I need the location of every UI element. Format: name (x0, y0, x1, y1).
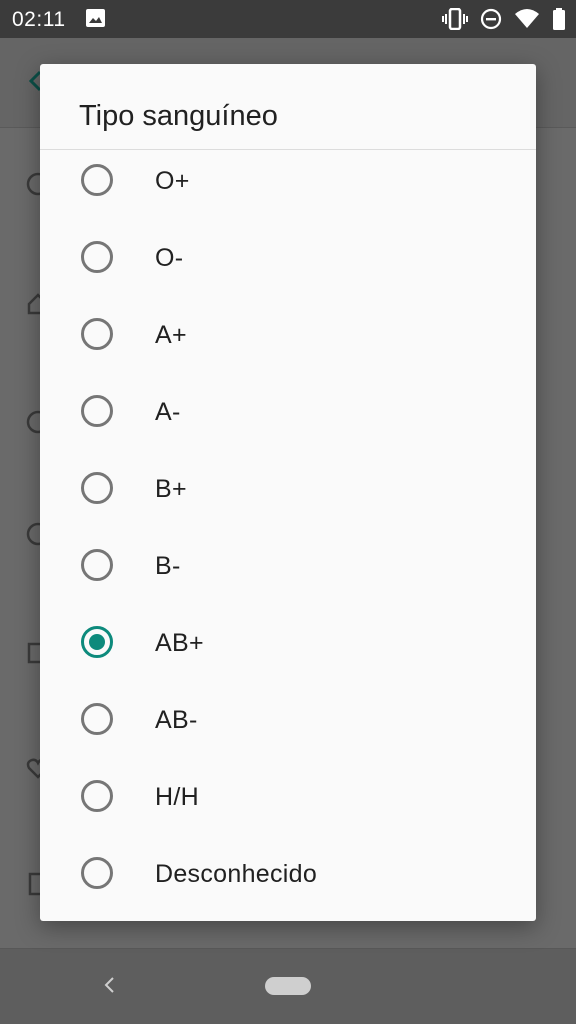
option-a-positive[interactable]: A+ (40, 295, 536, 372)
image-icon (86, 9, 105, 27)
option-label: AB- (155, 706, 198, 734)
radio-button[interactable] (81, 318, 113, 350)
navigation-bar (0, 948, 576, 1024)
radio-button[interactable] (81, 241, 113, 273)
radio-button[interactable] (81, 164, 113, 196)
status-bar: 02:11 (0, 0, 576, 38)
option-label: AB+ (155, 629, 204, 657)
option-o-negative[interactable]: O- (40, 218, 536, 295)
option-b-negative[interactable]: B- (40, 526, 536, 603)
blood-type-dialog: Tipo sanguíneo O+ O- A+ A- B+ B- AB+ AB-… (40, 64, 536, 921)
do-not-disturb-icon (480, 8, 502, 30)
option-label: O- (155, 244, 184, 272)
option-b-positive[interactable]: B+ (40, 449, 536, 526)
radio-button[interactable] (81, 703, 113, 735)
home-pill-icon[interactable] (265, 977, 311, 995)
option-o-positive[interactable]: O+ (40, 141, 536, 218)
radio-button[interactable] (81, 780, 113, 812)
radio-button[interactable] (81, 549, 113, 581)
option-hh[interactable]: H/H (40, 757, 536, 834)
radio-button[interactable] (81, 857, 113, 889)
option-ab-negative[interactable]: AB- (40, 680, 536, 757)
back-icon[interactable] (98, 973, 122, 997)
option-label: A+ (155, 321, 187, 349)
option-label: B- (155, 552, 181, 580)
vibrate-icon (442, 8, 468, 30)
option-label: B+ (155, 475, 187, 503)
option-a-negative[interactable]: A- (40, 372, 536, 449)
radio-button-checked[interactable] (81, 626, 113, 658)
dialog-title: Tipo sanguíneo (79, 100, 278, 132)
status-time: 02:11 (12, 8, 66, 31)
option-label: A- (155, 398, 181, 426)
radio-dot (89, 634, 105, 650)
option-label: Desconhecido (155, 860, 318, 888)
radio-button[interactable] (81, 395, 113, 427)
option-ab-positive[interactable]: AB+ (40, 603, 536, 680)
battery-icon (553, 8, 565, 30)
wifi-icon (515, 9, 539, 28)
options-list: O+ O- A+ A- B+ B- AB+ AB- H/H Desconheci… (40, 141, 536, 911)
option-label: O+ (155, 167, 190, 195)
option-unknown[interactable]: Desconhecido (40, 834, 536, 911)
radio-button[interactable] (81, 472, 113, 504)
option-label: H/H (155, 783, 199, 811)
